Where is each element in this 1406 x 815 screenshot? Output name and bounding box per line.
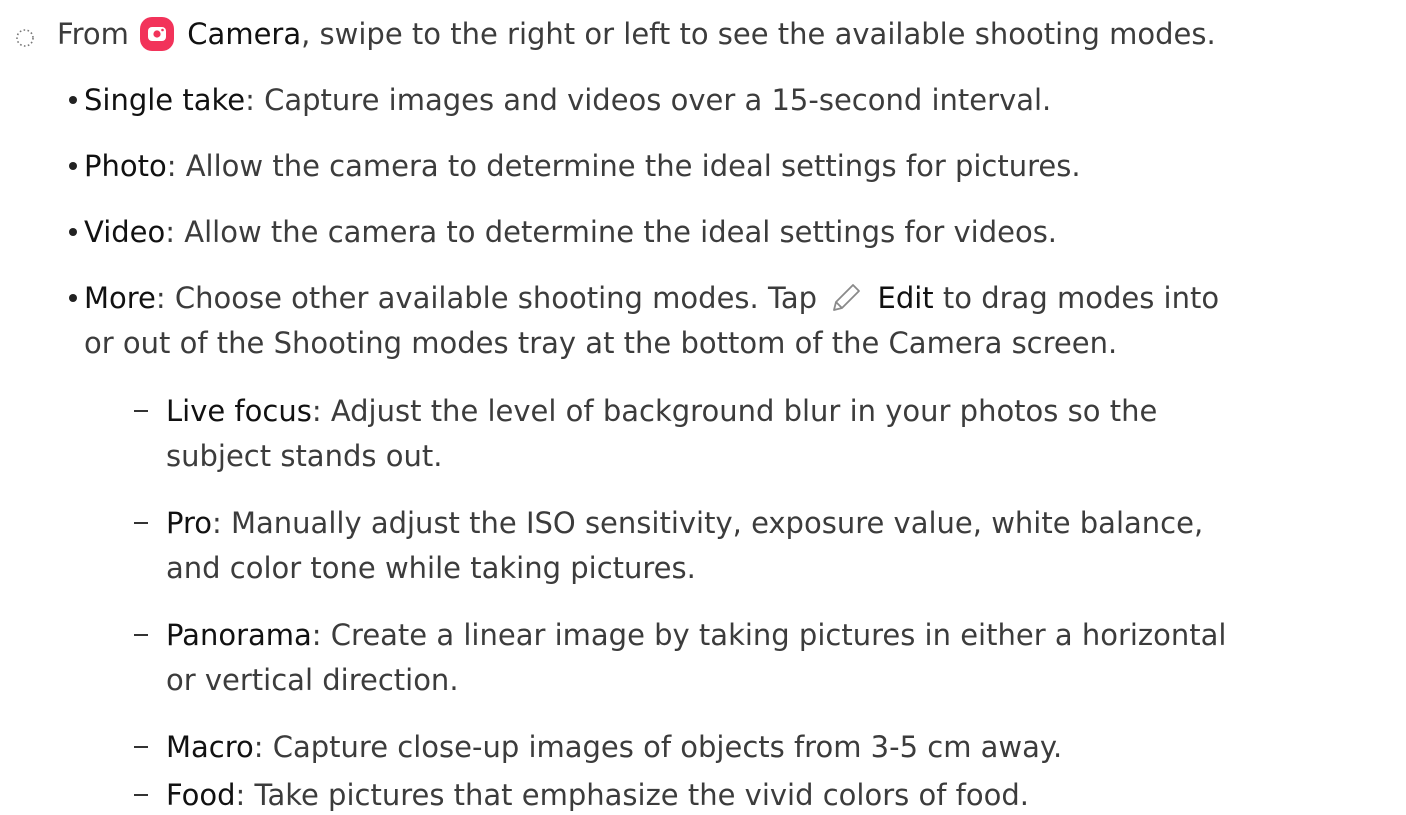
sub-item-pro: Pro: Manually adjust the ISO sensitivity… [166, 503, 1203, 543]
step-from-text: From [57, 17, 129, 51]
sub-item-panorama: Panorama: Create a linear image by takin… [166, 615, 1226, 655]
pencil-edit-icon [833, 284, 861, 311]
camera-app-label: Camera [187, 17, 302, 51]
list-item-video: Video: Allow the camera to determine the… [84, 212, 1057, 252]
mode-desc: : Choose other available shooting modes.… [155, 281, 818, 315]
mode-desc: : Manually adjust the ISO sensitivity, e… [212, 506, 1204, 540]
bullet-marker [69, 162, 77, 170]
mode-desc-line2: or out of the Shooting modes tray at the… [84, 326, 1118, 360]
camera-app-icon [140, 17, 175, 51]
sub-item-live-focus-continued: subject stands out. [166, 436, 442, 476]
mode-term: Food [166, 778, 236, 812]
bullet-marker [69, 228, 77, 236]
mode-desc: : Adjust the level of background blur in… [311, 394, 1158, 428]
sub-item-panorama-continued: or vertical direction. [166, 660, 459, 700]
mode-desc-line2: or vertical direction. [166, 663, 459, 697]
sub-item-live-focus: Live focus: Adjust the level of backgrou… [166, 391, 1157, 431]
dash-marker [134, 410, 148, 412]
mode-desc: : Allow the camera to determine the idea… [165, 215, 1058, 249]
mode-term: Video [84, 215, 166, 249]
mode-term: Panorama [166, 618, 312, 652]
mode-desc-line2: and color tone while taking pictures. [166, 551, 696, 585]
mode-term: Live focus [166, 394, 312, 428]
dash-marker [134, 794, 148, 796]
step-instruction: From Camera, swipe to the right or left … [57, 14, 1216, 54]
list-item-more-continued: or out of the Shooting modes tray at the… [84, 323, 1117, 363]
mode-desc-line2: subject stands out. [166, 439, 443, 473]
mode-desc: : Create a linear image by taking pictur… [311, 618, 1227, 652]
list-item-more: More: Choose other available shooting mo… [84, 278, 1219, 318]
mode-term: More [84, 281, 156, 315]
bullet-marker [69, 294, 77, 302]
mode-term: Single take [84, 83, 246, 117]
step-rest-text: , swipe to the right or left to see the … [301, 17, 1216, 51]
edit-label: Edit [877, 281, 934, 315]
bullet-marker [69, 96, 77, 104]
mode-desc: : Capture images and videos over a 15-se… [245, 83, 1052, 117]
sub-item-pro-continued: and color tone while taking pictures. [166, 548, 696, 588]
mode-desc: : Capture close-up images of objects fro… [253, 730, 1063, 764]
mode-desc: : Take pictures that emphasize the vivid… [235, 778, 1029, 812]
mode-desc: : Allow the camera to determine the idea… [166, 149, 1081, 183]
mode-term: Macro [166, 730, 254, 764]
dash-marker [134, 522, 148, 524]
sub-item-food: Food: Take pictures that emphasize the v… [166, 775, 1029, 815]
dotted-circle-icon [16, 29, 34, 47]
dash-marker [134, 746, 148, 748]
mode-term: Photo [84, 149, 167, 183]
sub-item-macro: Macro: Capture close-up images of object… [166, 727, 1062, 767]
list-item-single-take: Single take: Capture images and videos o… [84, 80, 1051, 120]
mode-term: Pro [166, 506, 213, 540]
mode-desc: to drag modes into [933, 281, 1220, 315]
dash-marker [134, 634, 148, 636]
list-item-photo: Photo: Allow the camera to determine the… [84, 146, 1081, 186]
